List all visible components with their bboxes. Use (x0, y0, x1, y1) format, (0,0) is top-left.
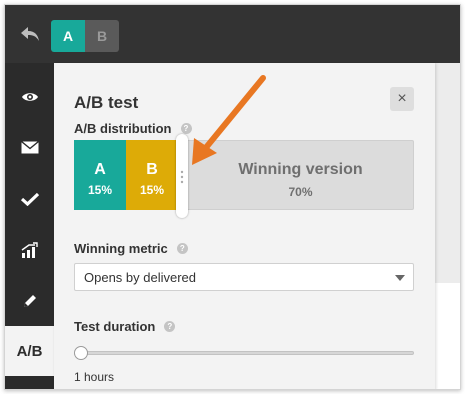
winning-metric-label-row: Winning metric ? (74, 241, 188, 256)
sidebar-item-email[interactable] (5, 122, 54, 173)
envelope-icon (20, 141, 39, 154)
back-button[interactable] (15, 19, 45, 49)
winning-version-percent: 70% (288, 185, 313, 199)
duration-slider-track[interactable] (81, 351, 414, 355)
ab-test-panel: A/B test × A/B distribution ? A 15% B 15… (54, 63, 435, 389)
sidebar-item-preview[interactable] (5, 71, 54, 122)
chart-icon (21, 241, 38, 258)
top-toolbar: A B (5, 5, 460, 63)
app-window: A B A/B A/B test × A/B distribution ? A … (4, 4, 461, 390)
segment-a-percent: 15% (87, 183, 113, 197)
pencil-icon (23, 294, 36, 307)
winning-version-label: Winning version (238, 161, 363, 178)
sidebar-item-check[interactable] (5, 173, 54, 224)
winning-metric-label: Winning metric (74, 241, 168, 256)
sidebar-item-edit[interactable] (5, 275, 54, 326)
panel-title: A/B test (74, 93, 139, 112)
segment-a-label: A (94, 161, 106, 178)
distribution-drag-handle[interactable] (176, 134, 188, 218)
segment-b-label: B (146, 161, 158, 178)
winning-metric-select[interactable]: Opens by delivered (74, 263, 414, 291)
help-icon[interactable]: ? (164, 321, 176, 332)
undo-arrow-icon (21, 27, 39, 41)
chevron-down-icon (395, 275, 405, 281)
grip-dots-icon (180, 170, 184, 184)
canvas-strip (435, 63, 460, 283)
segment-b-percent: 15% (139, 183, 165, 197)
segment-a: A 15% (74, 140, 126, 210)
distribution-label: A/B distribution (74, 121, 172, 136)
help-icon[interactable]: ? (176, 243, 188, 254)
segment-winning: Winning version 70% (188, 141, 413, 209)
help-icon[interactable]: ? (180, 123, 192, 134)
winning-metric-value: Opens by delivered (84, 270, 197, 285)
close-button[interactable]: × (390, 87, 414, 111)
test-duration-label-row: Test duration ? (74, 319, 176, 334)
sidebar: A/B (5, 63, 54, 389)
checkmark-icon (20, 192, 39, 206)
eye-icon (21, 92, 38, 101)
sidebar-item-analytics[interactable] (5, 224, 54, 275)
test-duration-label: Test duration (74, 319, 156, 334)
distribution-bar: A 15% B 15% Winning version 70% (74, 134, 414, 218)
version-b-tab[interactable]: B (85, 20, 119, 52)
duration-slider-thumb[interactable] (74, 346, 88, 360)
test-duration-value: 1 hours (74, 370, 115, 384)
segment-b: B 15% (126, 140, 178, 210)
distribution-label-row: A/B distribution ? (74, 121, 192, 136)
sidebar-item-ab-test[interactable]: A/B (5, 326, 54, 376)
version-a-tab[interactable]: A (51, 20, 85, 52)
version-switcher: A B (51, 20, 119, 52)
